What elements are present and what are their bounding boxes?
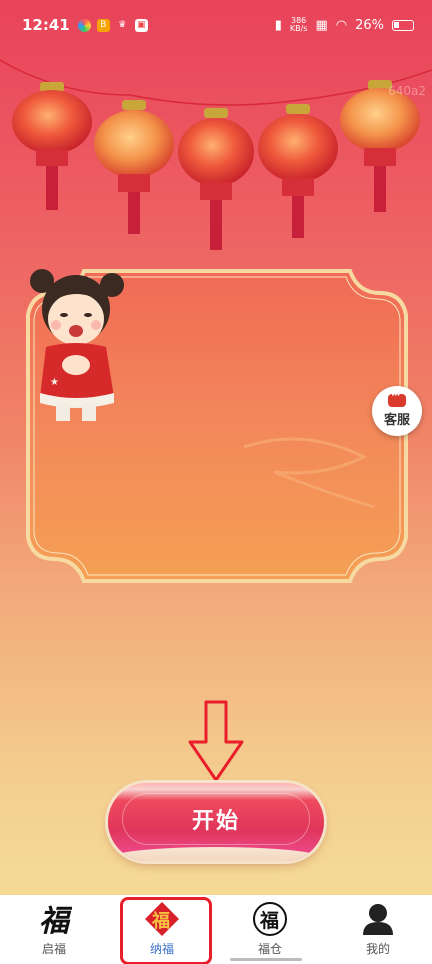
game-frame: ★: [24, 267, 410, 585]
tab-label: 福仓: [257, 942, 282, 956]
fu-circle-icon: 福: [252, 901, 288, 937]
svg-text:福: 福: [259, 909, 279, 932]
tab-fucang[interactable]: 福 福仓: [216, 895, 324, 964]
lantern: [258, 104, 338, 238]
lantern: [94, 100, 174, 234]
svg-text:福: 福: [39, 904, 72, 937]
lantern: [178, 108, 254, 250]
lantern: [12, 82, 92, 210]
customer-service-label: 客服: [383, 413, 410, 428]
active-tab-highlight: [120, 897, 212, 964]
girl-character: ★: [30, 269, 124, 421]
start-button[interactable]: 开始: [108, 783, 324, 861]
home-indicator: [230, 958, 302, 961]
tab-mine[interactable]: 我的: [324, 895, 432, 964]
user-icon: [360, 901, 396, 937]
svg-text:★: ★: [50, 377, 59, 388]
lantern-decoration: [0, 59, 432, 250]
start-button-label: 开始: [191, 809, 240, 834]
watermark: 640a2: [388, 84, 426, 98]
tab-label: 启福: [41, 942, 66, 956]
fu-calligraphy-icon: 福: [36, 901, 72, 937]
lantern: [340, 80, 420, 212]
customer-service-button[interactable]: 客服: [372, 386, 422, 436]
chat-bubble-icon: [388, 390, 406, 407]
tab-label: 我的: [365, 942, 390, 956]
bottom-nav: 福 启福 福 纳福 福 福仓 我的: [0, 895, 432, 964]
tab-qifu[interactable]: 福 启福: [0, 895, 108, 964]
down-arrow-icon: [188, 700, 244, 782]
